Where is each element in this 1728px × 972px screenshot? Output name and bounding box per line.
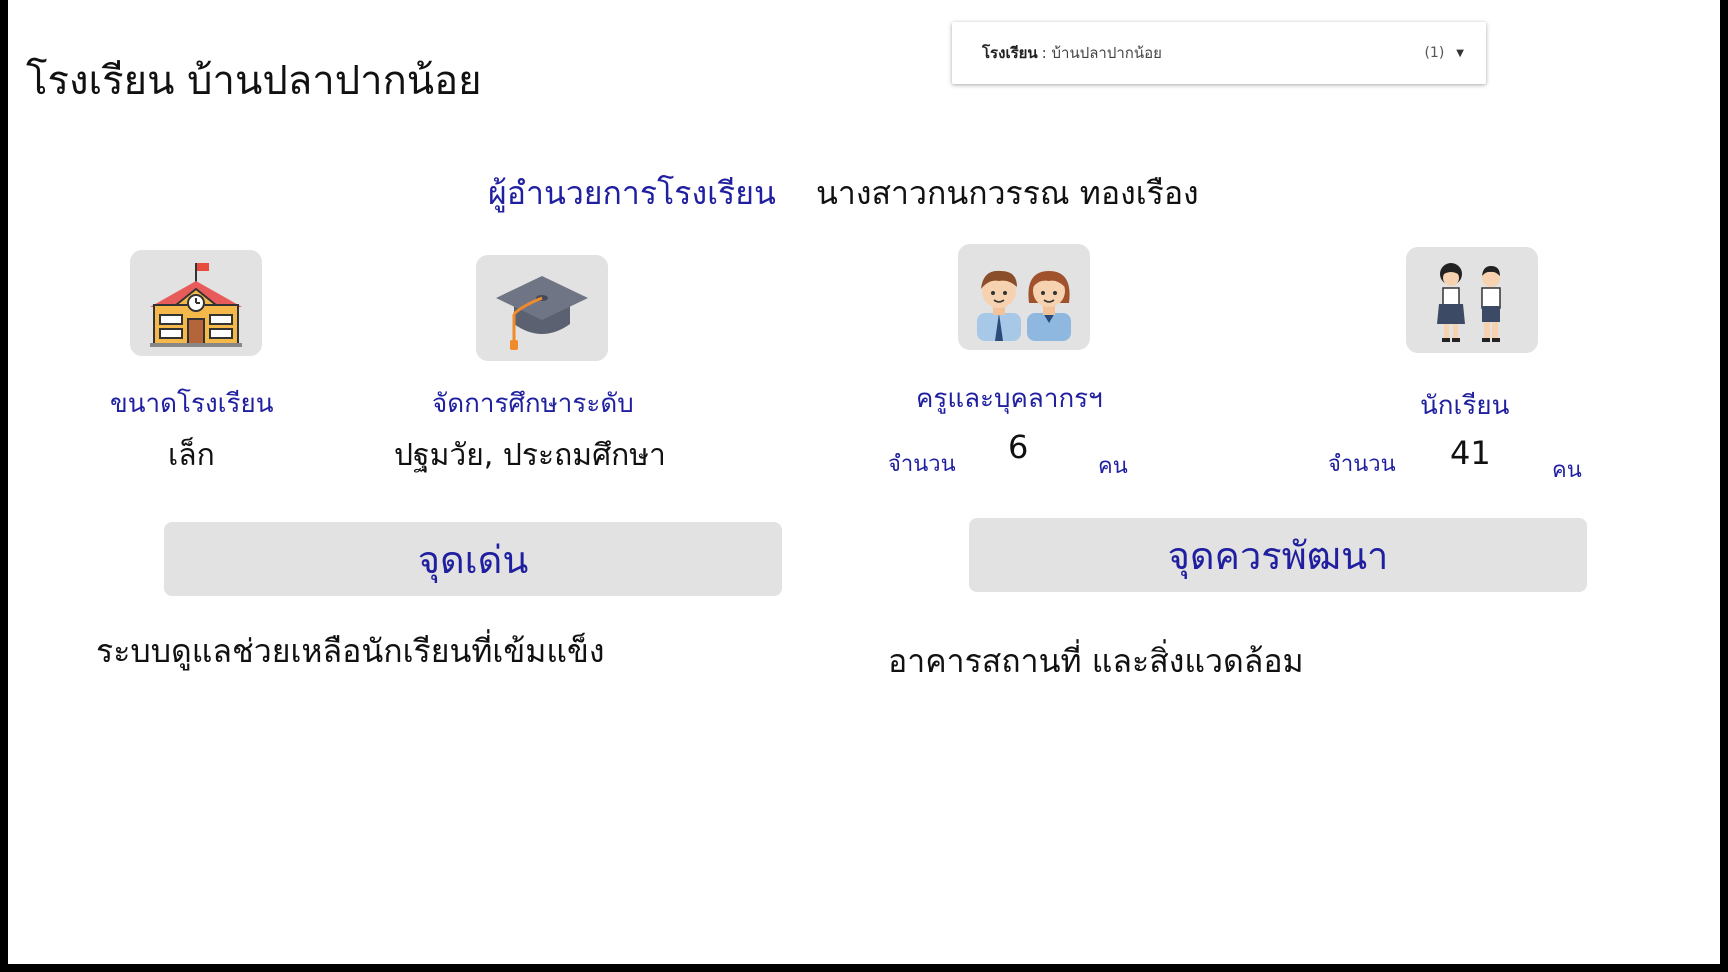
- teachers-icon: [977, 270, 1071, 341]
- page-title: โรงเรียน บ้านปลาปากน้อย: [26, 58, 482, 104]
- students-count-label: จำนวน: [1328, 452, 1396, 477]
- improvements-text: อาคารสถานที่ และสิ่งแวดล้อม: [888, 642, 1304, 680]
- education-level-label: จัดการศึกษาระดับ: [432, 389, 634, 419]
- students-label: นักเรียน: [1420, 391, 1510, 421]
- dashboard-canvas: โรงเรียน บ้านปลาปากน้อย โรงเรียน : บ้านป…: [8, 0, 1720, 964]
- filter-label: โรงเรียน: [982, 44, 1038, 62]
- filter-value: : บ้านปลาปากน้อย: [1041, 44, 1162, 62]
- strengths-header: จุดเด่น: [164, 522, 782, 596]
- improvements-header: จุดควรพัฒนา: [969, 518, 1587, 592]
- students-icon: [1437, 263, 1501, 342]
- director-label: ผู้อำนวยการโรงเรียน: [488, 174, 776, 212]
- staff-count-label: จำนวน: [888, 452, 956, 477]
- director-name: นางสาวกนกวรรณ ทองเรือง: [816, 174, 1199, 212]
- filter-count: (1): [1424, 45, 1445, 61]
- graduation-cap-icon: [496, 276, 588, 350]
- education-level-tile: [476, 255, 608, 361]
- school-size-label: ขนาดโรงเรียน: [110, 389, 274, 419]
- staff-count: 6: [1008, 428, 1029, 466]
- staff-tile: [958, 244, 1090, 350]
- school-filter-dropdown[interactable]: โรงเรียน : บ้านปลาปากน้อย (1) ▼: [952, 22, 1486, 84]
- students-tile: [1406, 247, 1538, 353]
- strengths-text: ระบบดูแลช่วยเหลือนักเรียนที่เข้มแข็ง: [96, 632, 605, 670]
- students-unit: คน: [1552, 458, 1582, 483]
- caret-down-icon[interactable]: ▼: [1456, 48, 1464, 59]
- school-building-icon: [150, 263, 242, 347]
- school-size-value: เล็ก: [168, 438, 215, 473]
- students-count: 41: [1450, 434, 1491, 472]
- school-size-tile: [130, 250, 262, 356]
- education-level-value: ปฐมวัย, ประถมศึกษา: [394, 438, 666, 473]
- staff-unit: คน: [1098, 454, 1128, 479]
- staff-label: ครูและบุคลากรฯ: [916, 384, 1103, 414]
